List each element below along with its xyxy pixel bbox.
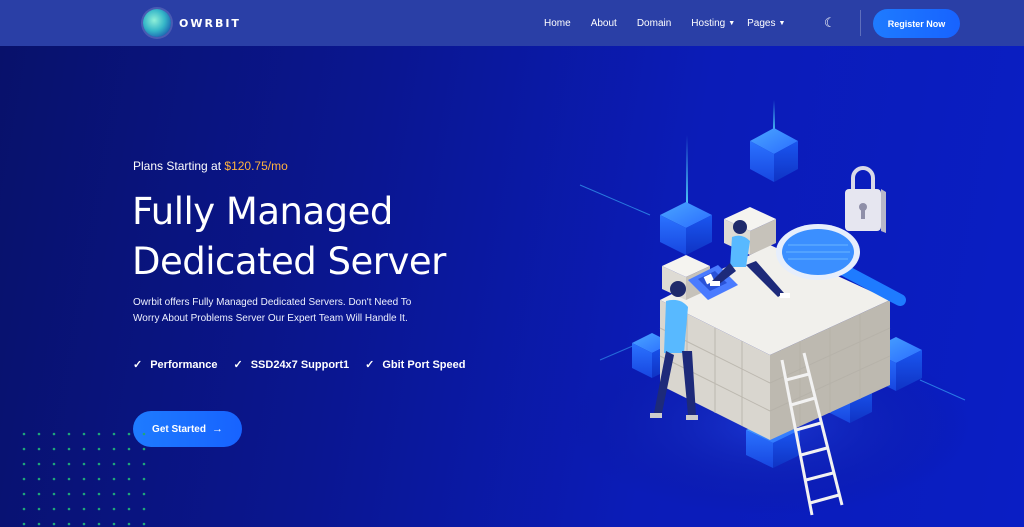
plans-prefix: Plans Starting at <box>133 159 225 173</box>
arrow-right-icon: → <box>211 423 223 435</box>
feature-list: ✓ Performance ✓ SSD24x7 Support1 ✓ Gbit Por… <box>133 358 481 372</box>
nav-menu: Home About Domain Hosting ▼ Pages ▼ <box>544 0 805 46</box>
blue-cube <box>750 128 798 182</box>
feature-label: Gbit Port Speed <box>382 358 466 371</box>
feature-label: SSD24x7 Support1 <box>250 358 350 371</box>
nav-item-label: Domain <box>636 17 672 29</box>
nav-item-hosting[interactable]: Hosting ▼ <box>691 18 735 29</box>
check-icon: ✓ <box>365 359 375 371</box>
nav-item-label: About <box>590 17 617 29</box>
hero-description: Owrbit offers Fully Managed Dedicated Se… <box>133 297 412 324</box>
caret-down-icon: ▼ <box>778 19 786 27</box>
get-started-label: Get Started <box>152 423 206 435</box>
nav-item-label: Pages <box>747 17 776 29</box>
feature-label: Performance <box>150 358 218 371</box>
brand-logo[interactable]: OWRBIT <box>143 9 241 37</box>
nav-item-home[interactable]: Home <box>544 18 571 29</box>
plans-price: $120.75/mo <box>224 159 288 173</box>
caret-down-icon: ▼ <box>728 19 736 27</box>
navbar: OWRBIT Home About Domain Hosting ▼ Pages ▼… <box>0 0 1024 46</box>
hero-title-line-2: Dedicated Server <box>132 240 446 283</box>
moon-icon[interactable]: ☾ <box>824 15 836 31</box>
feature-item: ✓ Gbit Port Speed <box>365 358 466 372</box>
check-icon: ✓ <box>133 359 143 371</box>
padlock-icon <box>845 166 886 233</box>
register-button[interactable]: Register Now <box>873 9 960 38</box>
nav-item-label: Home <box>544 17 571 29</box>
nav-item-domain[interactable]: Domain <box>637 18 671 29</box>
hero-title-line-1: Fully Managed <box>132 190 393 233</box>
blue-cube <box>660 202 712 255</box>
nav-divider <box>860 10 861 36</box>
brand-name: OWRBIT <box>179 16 241 30</box>
nav-item-about[interactable]: About <box>591 18 617 29</box>
dot-grid-decoration <box>22 432 146 526</box>
globe-logo-icon <box>143 9 171 37</box>
check-icon: ✓ <box>233 359 243 371</box>
feature-item: ✓ Performance <box>133 358 218 372</box>
plans-starting-text: Plans Starting at $120.75/mo <box>133 159 288 173</box>
nav-item-label: Hosting <box>691 17 726 29</box>
nav-item-pages[interactable]: Pages ▼ <box>747 18 785 29</box>
server-cubes-illustration <box>570 100 970 516</box>
hero-title: Fully Managed Dedicated Server <box>132 187 492 287</box>
feature-item: ✓ SSD24x7 Support1 <box>233 358 350 372</box>
